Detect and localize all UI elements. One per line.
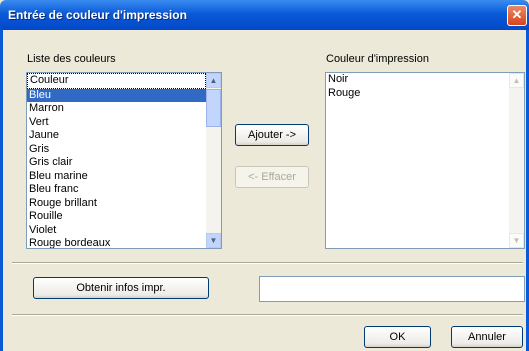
list-item[interactable]: Rouille bbox=[27, 210, 206, 224]
scroll-up-icon[interactable]: ▲ bbox=[206, 73, 221, 88]
list-item[interactable]: Bleu bbox=[27, 88, 206, 102]
scroll-down-icon[interactable]: ▼ bbox=[206, 233, 221, 248]
list-item[interactable]: Rouge brillant bbox=[27, 197, 206, 211]
list-item[interactable]: Noir bbox=[326, 73, 509, 87]
remove-button: <- Effacer bbox=[235, 166, 309, 188]
cancel-button[interactable]: Annuler bbox=[451, 326, 523, 348]
add-button[interactable]: Ajouter -> bbox=[235, 124, 309, 146]
list-item[interactable]: Jaune bbox=[27, 129, 206, 143]
separator bbox=[12, 262, 523, 264]
print-color-list-scrollbar: ▲ ▼ bbox=[509, 73, 524, 248]
list-item[interactable]: Bleu marine bbox=[27, 170, 206, 184]
color-list-label: Liste des couleurs bbox=[27, 53, 116, 65]
printer-info-button[interactable]: Obtenir infos impr. bbox=[33, 277, 209, 299]
print-color-list[interactable]: Noir Rouge ▲ ▼ bbox=[325, 72, 525, 249]
print-color-label: Couleur d'impression bbox=[326, 53, 429, 65]
list-item[interactable]: Couleur bbox=[27, 73, 206, 89]
close-icon: ✕ bbox=[511, 7, 523, 22]
scroll-up-icon: ▲ bbox=[509, 73, 524, 88]
color-list[interactable]: Couleur Bleu Marron Vert Jaune Gris Gris clair… bbox=[26, 72, 222, 249]
list-item[interactable]: Vert bbox=[27, 116, 206, 130]
window-frame-left bbox=[0, 30, 3, 351]
list-item[interactable]: Marron bbox=[27, 102, 206, 116]
scroll-down-icon: ▼ bbox=[509, 233, 524, 248]
color-list-scrollbar[interactable]: ▲ ▼ bbox=[206, 73, 221, 248]
list-item[interactable]: Gris bbox=[27, 143, 206, 157]
scroll-thumb[interactable] bbox=[206, 89, 221, 127]
title-bar: Entrée de couleur d'impression ✕ bbox=[0, 0, 529, 30]
list-item[interactable]: Rouge bordeaux bbox=[27, 237, 206, 248]
close-button[interactable]: ✕ bbox=[507, 5, 527, 26]
window-title: Entrée de couleur d'impression bbox=[8, 8, 187, 22]
list-item[interactable]: Violet bbox=[27, 224, 206, 238]
separator bbox=[12, 314, 523, 316]
printer-info-field bbox=[259, 276, 525, 302]
ok-button[interactable]: OK bbox=[364, 326, 431, 348]
list-item[interactable]: Bleu franc bbox=[27, 183, 206, 197]
list-item[interactable]: Gris clair bbox=[27, 156, 206, 170]
list-item[interactable]: Rouge bbox=[326, 87, 509, 101]
